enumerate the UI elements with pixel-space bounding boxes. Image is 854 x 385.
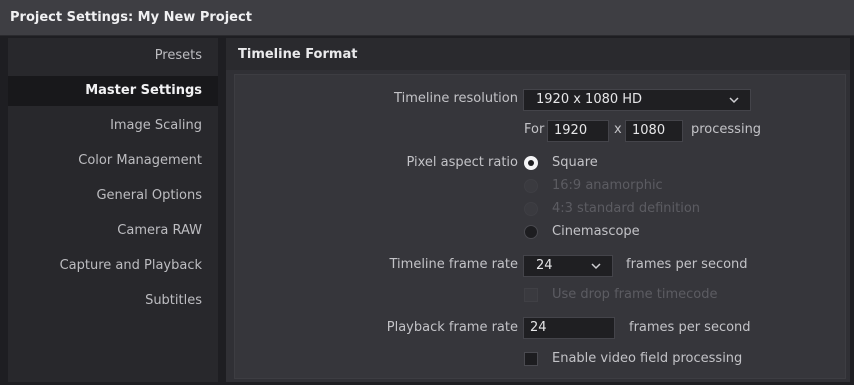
sidebar-item-master-settings[interactable]: Master Settings: [8, 76, 218, 106]
drop-frame-checkbox[interactable]: [524, 288, 538, 302]
anamorphic-label: 16:9 anamorphic: [552, 178, 663, 193]
sidebar-item-capture-and-playback[interactable]: Capture and Playback: [8, 251, 218, 281]
video-field-checkbox[interactable]: [524, 352, 538, 366]
playback-frame-rate-input[interactable]: 24: [523, 317, 615, 339]
timeline-resolution-label: Timeline resolution: [394, 91, 518, 106]
timeline-frame-rate-value: 24: [536, 258, 553, 273]
section-header: Timeline Format: [226, 38, 850, 70]
settings-sidebar: Presets Master Settings Image Scaling Co…: [8, 38, 218, 382]
sidebar-item-subtitles[interactable]: Subtitles: [8, 286, 218, 316]
window-title: Project Settings: My New Project: [10, 10, 252, 25]
window-titlebar: Project Settings: My New Project: [0, 0, 854, 36]
timeline-format-group: Timeline resolution 1920 x 1080 HD For 1…: [234, 74, 846, 379]
timeline-resolution-value: 1920 x 1080 HD: [536, 92, 643, 107]
playback-frame-rate-label: Playback frame rate: [386, 320, 518, 335]
sidebar-item-image-scaling[interactable]: Image Scaling: [8, 111, 218, 141]
anamorphic-radio[interactable]: [524, 179, 538, 193]
cinemascope-radio[interactable]: [524, 225, 538, 239]
playback-fps-label: frames per second: [629, 320, 751, 335]
resolution-x-label: x: [614, 122, 622, 137]
for-label: For: [524, 122, 545, 137]
sidebar-item-general-options[interactable]: General Options: [8, 181, 218, 211]
square-label: Square: [552, 155, 598, 170]
timeline-frame-rate-select[interactable]: 24: [523, 255, 613, 277]
standard-definition-label: 4:3 standard definition: [552, 201, 701, 216]
sidebar-item-presets[interactable]: Presets: [8, 41, 218, 71]
resolution-width-input[interactable]: 1920: [547, 120, 609, 142]
chevron-down-icon: [729, 97, 739, 104]
cinemascope-label: Cinemascope: [552, 224, 640, 239]
sidebar-item-color-management[interactable]: Color Management: [8, 146, 218, 176]
drop-frame-label: Use drop frame timecode: [552, 287, 718, 302]
timeline-frame-rate-label: Timeline frame rate: [389, 257, 519, 272]
settings-panel: Timeline Format Timeline resolution 1920…: [226, 38, 850, 382]
chevron-down-icon: [591, 263, 601, 270]
processing-label: processing: [691, 122, 762, 137]
timeline-fps-label: frames per second: [626, 257, 748, 272]
video-field-label: Enable video field processing: [552, 351, 743, 366]
resolution-height-input[interactable]: 1080: [625, 120, 683, 142]
standard-definition-radio[interactable]: [524, 202, 538, 216]
section-title: Timeline Format: [238, 47, 358, 62]
square-radio[interactable]: [524, 156, 538, 170]
timeline-resolution-select[interactable]: 1920 x 1080 HD: [523, 89, 751, 111]
sidebar-item-camera-raw[interactable]: Camera RAW: [8, 216, 218, 246]
pixel-aspect-ratio-label: Pixel aspect ratio: [406, 155, 518, 170]
